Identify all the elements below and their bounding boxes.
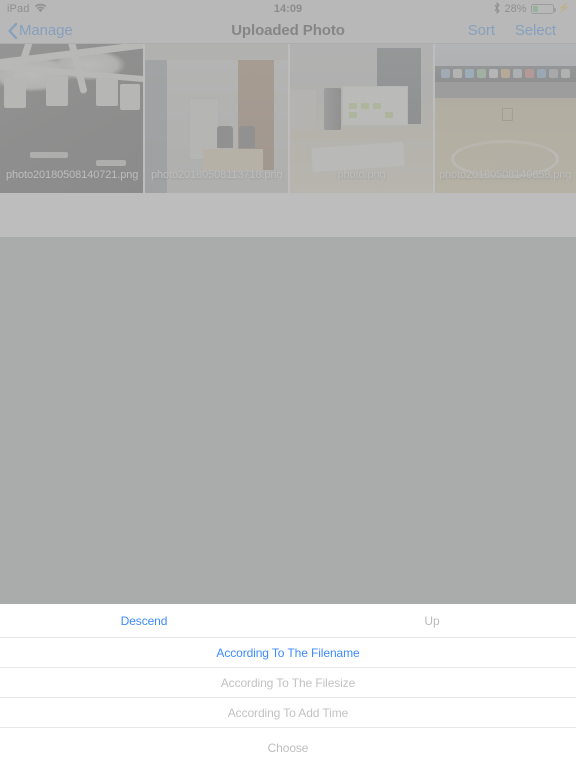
sort-order-row: Descend Up	[0, 604, 576, 638]
sort-confirm-button[interactable]: Choose	[0, 728, 576, 767]
sort-action-sheet: Descend Up According To The Filename Acc…	[0, 604, 576, 768]
sort-option-label: According To The Filename	[216, 645, 360, 660]
modal-scrim[interactable]	[0, 0, 576, 604]
sort-order-descend-button[interactable]: Descend	[0, 614, 288, 628]
sort-option-label: According To The Filesize	[220, 675, 356, 690]
sort-order-up-button[interactable]: Up	[288, 614, 576, 628]
sort-option-label: According To Add Time	[227, 705, 349, 720]
sort-option-filesize[interactable]: According To The Filesize	[0, 668, 576, 698]
ipad-screen: iPad 14:09 28% ⚡	[0, 0, 576, 768]
sort-option-add-time[interactable]: According To Add Time	[0, 698, 576, 728]
sort-confirm-label: Choose	[267, 740, 309, 755]
sort-option-filename[interactable]: According To The Filename	[0, 638, 576, 668]
